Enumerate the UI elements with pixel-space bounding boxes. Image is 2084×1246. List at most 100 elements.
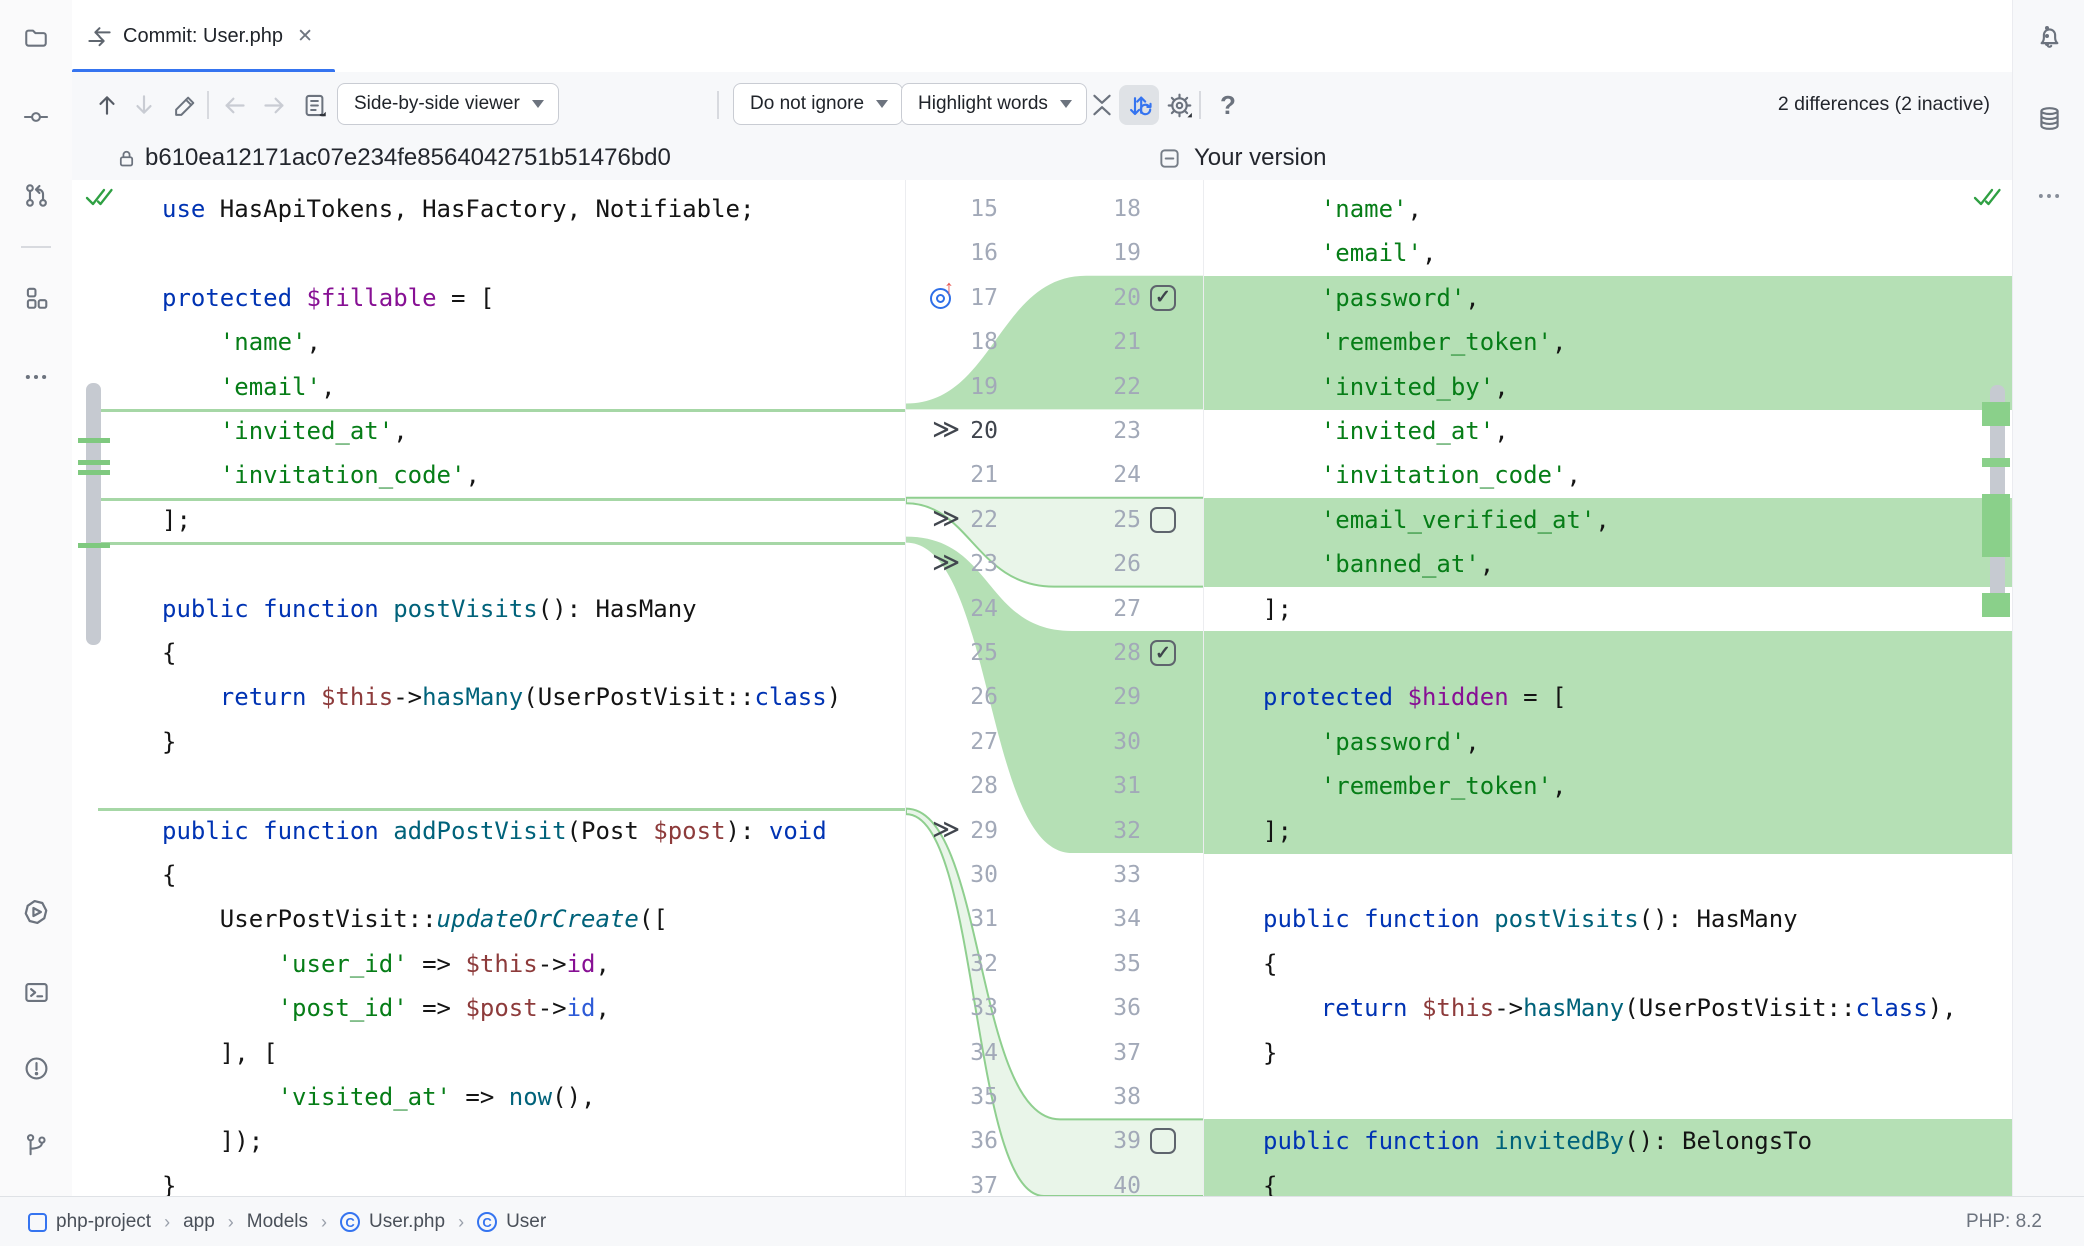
breadcrumb-item-models[interactable]: Models: [247, 1211, 308, 1233]
code-token: (UserPostVisit::: [1624, 994, 1855, 1022]
include-change-checkbox-unchecked[interactable]: [1150, 507, 1176, 533]
run-services-icon[interactable]: [19, 895, 53, 929]
line-number: 21: [906, 453, 998, 497]
code-token: ),: [1928, 994, 1957, 1022]
change-anchor-chevrons-icon[interactable]: ≫: [932, 809, 972, 853]
code-token: ,: [1465, 728, 1479, 756]
help-icon[interactable]: ?: [1208, 85, 1248, 125]
line-number: 34: [906, 1031, 998, 1075]
line-number: 36: [1046, 986, 1141, 1030]
breadcrumb-separator: ›: [164, 1212, 170, 1233]
collapse-unchanged-icon[interactable]: [1082, 85, 1122, 125]
line-number: 16: [906, 231, 998, 275]
code-token: 'invited_at': [220, 417, 393, 445]
code-token: ,: [1480, 550, 1494, 578]
change-anchor-chevrons-icon[interactable]: ≫: [932, 542, 972, 586]
problems-icon[interactable]: [19, 1051, 53, 1085]
line-number: 21: [1046, 320, 1141, 364]
database-icon[interactable]: [2032, 101, 2066, 135]
diff-gutter: 151816191720↑✓182119222023≫21242225≫2326…: [905, 180, 1204, 1196]
strip-divider: [21, 246, 51, 248]
left-tool-strip: [0, 0, 73, 1196]
settings-gear-icon[interactable]: [1159, 85, 1199, 125]
code-token: 'post_id': [278, 994, 408, 1022]
code-token: return: [1321, 994, 1422, 1022]
back-button[interactable]: [214, 85, 254, 125]
edit-source-button[interactable]: [165, 85, 205, 125]
code-token: ,: [465, 461, 479, 489]
php-version[interactable]: PHP: 8.2: [1966, 1197, 2042, 1246]
code-token: = [: [1509, 683, 1567, 711]
code-line: {: [1263, 1164, 1277, 1196]
jump-to-source-icon[interactable]: [294, 85, 334, 125]
terminal-icon[interactable]: [19, 975, 53, 1009]
code-line: ]);: [220, 1119, 263, 1163]
change-anchor-chevrons-icon[interactable]: ≫: [932, 409, 972, 453]
project-folder-icon[interactable]: [19, 20, 53, 54]
scrollbar-change-stripe: [1982, 402, 2010, 426]
breadcrumb-item-app[interactable]: app: [183, 1211, 215, 1233]
code-token: UserPostVisit::: [220, 905, 437, 933]
tab-commit-user-php[interactable]: Commit: User.php ✕: [72, 0, 335, 72]
highlight-mode-dropdown[interactable]: Highlight words: [901, 83, 1087, 125]
commit-icon[interactable]: [19, 100, 53, 134]
breadcrumb-item-user[interactable]: CUser: [477, 1211, 546, 1233]
line-number: 18: [1046, 187, 1141, 231]
left-diff-editor: use HasApiTokens, HasFactory, Notifiable…: [72, 180, 905, 1196]
include-change-checkbox-checked[interactable]: ✓: [1150, 285, 1176, 311]
breadcrumb-separator: ›: [228, 1212, 234, 1233]
code-token: (UserPostVisit::: [523, 683, 754, 711]
previous-difference-button[interactable]: [87, 85, 127, 125]
breadcrumb-item-php-project[interactable]: php-project: [28, 1211, 151, 1233]
synchronize-scrolling-toggle[interactable]: [1119, 85, 1159, 125]
code-token: id: [567, 950, 596, 978]
code-token: ]);: [220, 1127, 263, 1155]
git-branch-icon[interactable]: [19, 1128, 53, 1162]
code-token: hasMany: [422, 683, 523, 711]
minus-checkbox-icon[interactable]: [1158, 147, 1181, 170]
code-token: }: [1263, 1039, 1277, 1067]
code-line: }: [1263, 1031, 1277, 1075]
include-change-checkbox-checked[interactable]: ✓: [1150, 640, 1176, 666]
tab-close-icon[interactable]: ✕: [293, 23, 317, 50]
line-number: 31: [1046, 764, 1141, 808]
code-token: ): [827, 683, 841, 711]
pull-requests-icon[interactable]: [19, 178, 53, 212]
change-anchor-chevrons-icon[interactable]: ≫: [932, 498, 972, 542]
code-token: $hidden: [1408, 683, 1509, 711]
line-number: 30: [1046, 720, 1141, 764]
more-icon[interactable]: [19, 360, 53, 394]
line-number: 15: [906, 187, 998, 231]
left-editor-scrollbar[interactable]: [86, 383, 101, 645]
code-token: $fillable: [307, 284, 437, 312]
structure-icon[interactable]: [19, 281, 53, 315]
tab-options-kebab-icon[interactable]: [2030, 18, 2064, 54]
more-icon[interactable]: [2032, 179, 2066, 213]
forward-button[interactable]: [254, 85, 294, 125]
breadcrumb-item-user-php[interactable]: CUser.php: [340, 1211, 445, 1233]
code-token: ):: [726, 817, 769, 845]
code-token: hasMany: [1523, 994, 1624, 1022]
line-number: 36: [906, 1119, 998, 1163]
code-line: 'visited_at' => now(),: [278, 1075, 596, 1119]
include-change-checkbox-unchecked[interactable]: [1150, 1128, 1176, 1154]
code-token: void: [769, 817, 827, 845]
code-token: }: [162, 1172, 176, 1196]
navigate-change-target-icon[interactable]: ↑: [930, 283, 960, 313]
code-token: ,: [1552, 328, 1566, 356]
scrollbar-change-mark: [78, 460, 110, 465]
toolbar-separator: [207, 91, 209, 119]
whitespace-ignore-dropdown[interactable]: Do not ignore: [733, 83, 903, 125]
php-class-icon: C: [477, 1212, 497, 1232]
next-difference-button[interactable]: [124, 85, 164, 125]
line-number: 35: [1046, 942, 1141, 986]
whitespace-ignore-label: Do not ignore: [750, 93, 864, 115]
code-token: {: [162, 861, 176, 889]
diff-arrows-icon: [86, 23, 113, 50]
toolbar-separator: [1199, 91, 1201, 119]
scrollbar-change-stripe: [1982, 458, 2010, 467]
code-token: ,: [596, 950, 610, 978]
code-token: $this: [321, 683, 393, 711]
viewer-mode-label: Side-by-side viewer: [354, 93, 520, 115]
viewer-mode-dropdown[interactable]: Side-by-side viewer: [337, 83, 559, 125]
